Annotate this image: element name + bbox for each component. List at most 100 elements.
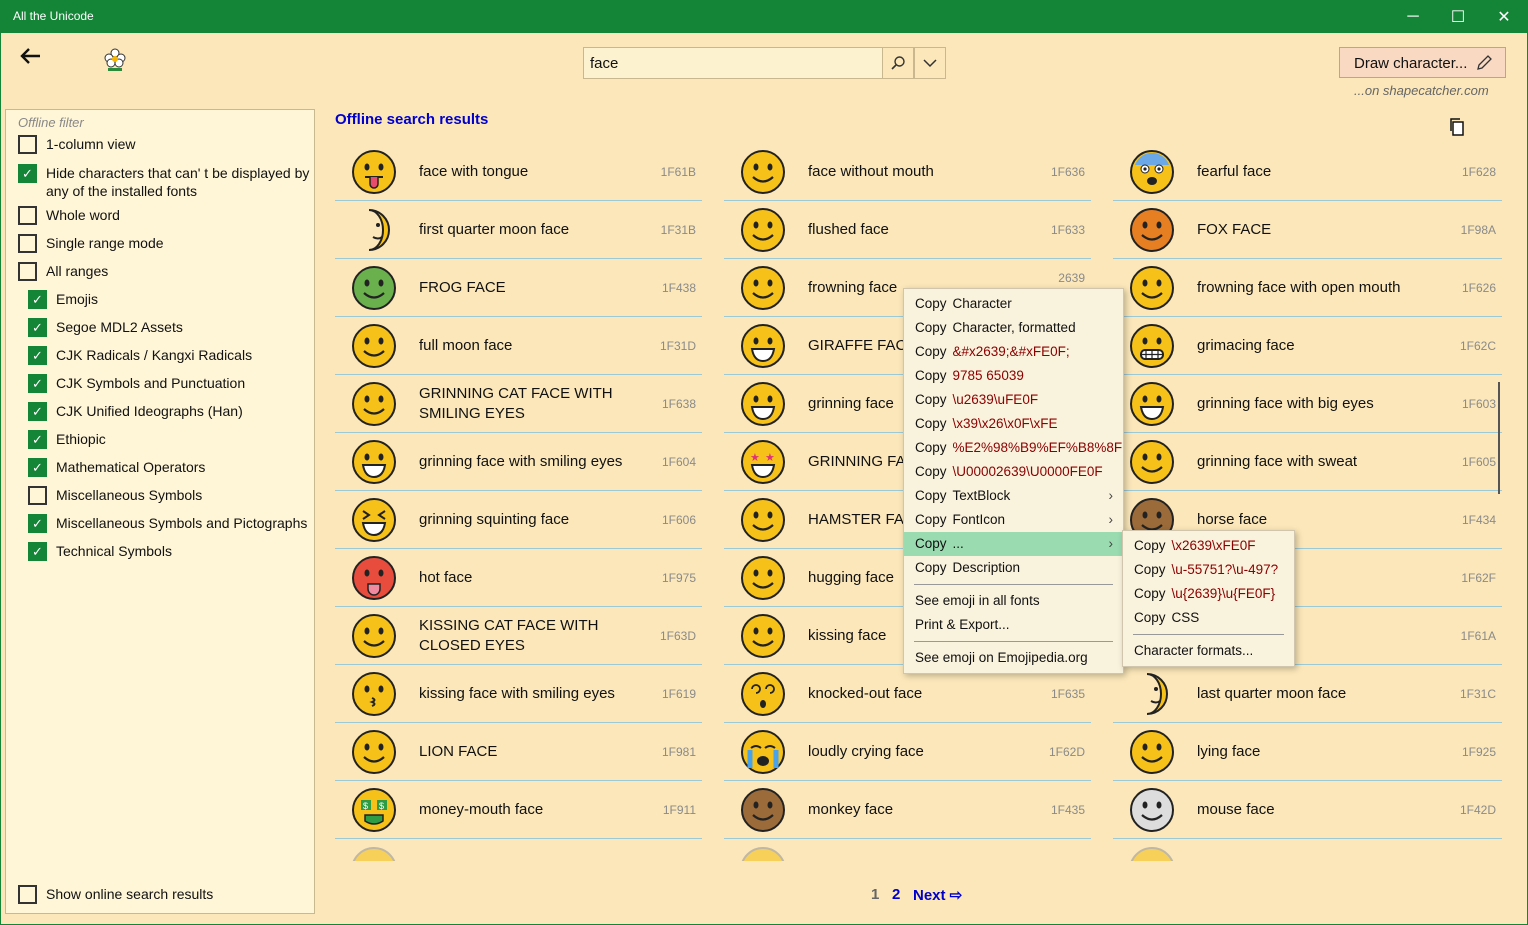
checkbox-icon[interactable] bbox=[18, 885, 37, 904]
result-cell[interactable]: hot face 1F975 bbox=[335, 549, 702, 607]
result-cell[interactable]: $ $ money-mouth face 1F911 bbox=[335, 781, 702, 839]
result-cell[interactable]: grimacing face 1F62C bbox=[1113, 317, 1502, 375]
back-arrow-icon[interactable] bbox=[18, 44, 42, 75]
result-cell[interactable]: GRINNING CAT FACE WITH SMILING EYES 1F638 bbox=[335, 375, 702, 433]
menu-item[interactable]: Copy %E2%98%B9%EF%B8%8F bbox=[904, 436, 1123, 460]
range-option-3[interactable]: ✓ CJK Symbols and Punctuation bbox=[28, 374, 311, 393]
char-name: first quarter moon face bbox=[419, 220, 570, 238]
checkbox-checked-icon[interactable]: ✓ bbox=[28, 346, 47, 365]
menu-item[interactable]: See emoji on Emojipedia.org bbox=[904, 646, 1123, 670]
menu-item[interactable]: Copy CSS bbox=[1123, 606, 1294, 630]
range-option-8[interactable]: ✓ Miscellaneous Symbols and Pictographs bbox=[28, 514, 311, 533]
result-cell[interactable]: flushed face 1F633 bbox=[724, 201, 1091, 259]
result-cell[interactable]: grinning face with smiling eyes 1F604 bbox=[335, 433, 702, 491]
range-option-9[interactable]: ✓ Technical Symbols bbox=[28, 542, 311, 561]
char-name: GRINNING CAT FACE WITH SMILING EYES bbox=[419, 384, 613, 422]
menu-item[interactable]: Copy Character bbox=[904, 292, 1123, 316]
next-page-link[interactable]: Next ⇨ bbox=[913, 886, 962, 904]
checkbox-label: Miscellaneous Symbols and Pictographs bbox=[56, 515, 308, 531]
range-option-7[interactable]: Miscellaneous Symbols bbox=[28, 486, 311, 505]
checkbox-icon[interactable] bbox=[18, 135, 37, 154]
result-cell[interactable]: FROG FACE 1F438 bbox=[335, 259, 702, 317]
range-option-1[interactable]: ✓ Segoe MDL2 Assets bbox=[28, 318, 311, 337]
result-cell[interactable]: grinning face with sweat 1F605 bbox=[1113, 433, 1502, 491]
checkbox-checked-icon[interactable]: ✓ bbox=[28, 514, 47, 533]
copy-icon[interactable] bbox=[1448, 118, 1466, 136]
page-1[interactable]: 1 bbox=[871, 886, 879, 903]
checkbox-icon[interactable] bbox=[18, 262, 37, 281]
menu-item[interactable]: Copy \x39\x26\x0F\xFE bbox=[904, 412, 1123, 436]
minimize-icon[interactable]: ─ bbox=[1390, 0, 1436, 33]
char-code: 2639 bbox=[1058, 271, 1085, 285]
filter-option-0[interactable]: 1-column view bbox=[18, 135, 311, 154]
menu-item[interactable]: Copy TextBlock › bbox=[904, 484, 1123, 508]
menu-item[interactable]: See emoji in all fonts bbox=[904, 589, 1123, 613]
chevron-down-icon[interactable] bbox=[914, 47, 946, 79]
close-icon[interactable]: ✕ bbox=[1481, 0, 1527, 33]
menu-item[interactable]: Copy \u2639\uFE0F bbox=[904, 388, 1123, 412]
menu-item[interactable]: Copy Character, formatted bbox=[904, 316, 1123, 340]
result-cell[interactable]: FOX FACE 1F98A bbox=[1113, 201, 1502, 259]
result-cell[interactable]: grinning squinting face 1F606 bbox=[335, 491, 702, 549]
menu-item[interactable]: Copy &#x2639;&#xFE0F; bbox=[904, 340, 1123, 364]
range-option-6[interactable]: ✓ Mathematical Operators bbox=[28, 458, 311, 477]
draw-character-button[interactable]: Draw character... bbox=[1339, 47, 1506, 78]
menu-item[interactable]: Copy FontIcon › bbox=[904, 508, 1123, 532]
show-online-results[interactable]: Show online search results bbox=[18, 885, 311, 904]
menu-item[interactable]: Print & Export... bbox=[904, 613, 1123, 637]
range-option-4[interactable]: ✓ CJK Unified Ideographs (Han) bbox=[28, 402, 311, 421]
search-input[interactable]: face bbox=[583, 47, 883, 79]
shapecatcher-link[interactable]: ...on shapecatcher.com bbox=[1354, 83, 1489, 98]
menu-item-value: \u2639\uFE0F bbox=[952, 392, 1039, 407]
checkbox-icon[interactable] bbox=[18, 206, 37, 225]
filter-option-4[interactable]: All ranges bbox=[18, 262, 311, 281]
checkbox-checked-icon[interactable]: ✓ bbox=[28, 318, 47, 337]
result-cell[interactable]: face without mouth 1F636 bbox=[724, 143, 1091, 201]
result-cell[interactable]: grinning face with big eyes 1F603 bbox=[1113, 375, 1502, 433]
menu-item[interactable]: Copy 9785 65039 bbox=[904, 364, 1123, 388]
result-cell[interactable]: kissing face with smiling eyes 1F619 bbox=[335, 665, 702, 723]
range-option-2[interactable]: ✓ CJK Radicals / Kangxi Radicals bbox=[28, 346, 311, 365]
menu-item[interactable]: Copy... › bbox=[904, 532, 1123, 556]
menu-item[interactable]: Copy \u{2639}\u{FE0F} bbox=[1123, 582, 1294, 606]
flower-icon[interactable] bbox=[103, 48, 127, 72]
search-icon[interactable] bbox=[882, 47, 914, 79]
result-cell[interactable]: LION FACE 1F981 bbox=[335, 723, 702, 781]
checkbox-checked-icon[interactable]: ✓ bbox=[28, 402, 47, 421]
checkbox-checked-icon[interactable]: ✓ bbox=[28, 374, 47, 393]
checkbox-checked-icon[interactable]: ✓ bbox=[28, 542, 47, 561]
result-cell[interactable]: frowning face with open mouth 1F626 bbox=[1113, 259, 1502, 317]
range-option-5[interactable]: ✓ Ethiopic bbox=[28, 430, 311, 449]
result-cell[interactable]: KISSING CAT FACE WITH CLOSED EYES 1F63D bbox=[335, 607, 702, 665]
result-cell[interactable]: loudly crying face 1F62D bbox=[724, 723, 1091, 781]
maximize-icon[interactable]: ☐ bbox=[1435, 0, 1481, 33]
checkbox-checked-icon[interactable]: ✓ bbox=[28, 458, 47, 477]
checkbox-checked-icon[interactable]: ✓ bbox=[18, 164, 37, 183]
result-cell[interactable]: mouse face 1F42D bbox=[1113, 781, 1502, 839]
menu-item-value: \u{2639}\u{FE0F} bbox=[1171, 586, 1276, 601]
menu-item[interactable]: Copy Description bbox=[904, 556, 1123, 580]
char-code: 1F911 bbox=[662, 803, 696, 817]
result-cell[interactable]: face with tongue 1F61B bbox=[335, 143, 702, 201]
checkbox-icon[interactable] bbox=[18, 234, 37, 253]
menu-item[interactable]: Character formats... bbox=[1123, 639, 1294, 663]
result-cell[interactable]: monkey face 1F435 bbox=[724, 781, 1091, 839]
result-cell[interactable]: full moon face 1F31D bbox=[335, 317, 702, 375]
window-title: All the Unicode bbox=[13, 9, 94, 23]
filter-option-3[interactable]: Single range mode bbox=[18, 234, 311, 253]
checkbox-checked-icon[interactable]: ✓ bbox=[28, 430, 47, 449]
page-2[interactable]: 2 bbox=[892, 886, 900, 903]
filter-option-1[interactable]: ✓ Hide characters that can' t be displaye… bbox=[18, 164, 311, 200]
menu-item[interactable]: Copy \u-55751?\u-497? bbox=[1123, 558, 1294, 582]
result-cell[interactable]: last quarter moon face 1F31C bbox=[1113, 665, 1502, 723]
range-option-0[interactable]: ✓ Emojis bbox=[28, 290, 311, 309]
filter-option-2[interactable]: Whole word bbox=[18, 206, 311, 225]
result-cell[interactable]: first quarter moon face 1F31B bbox=[335, 201, 702, 259]
menu-item[interactable]: Copy \U00002639\U0000FE0F bbox=[904, 460, 1123, 484]
result-cell[interactable]: lying face 1F925 bbox=[1113, 723, 1502, 781]
result-cell[interactable]: fearful face 1F628 bbox=[1113, 143, 1502, 201]
menu-item[interactable]: Copy \x2639\xFE0F bbox=[1123, 534, 1294, 558]
checkbox-icon[interactable] bbox=[28, 486, 47, 505]
checkbox-checked-icon[interactable]: ✓ bbox=[28, 290, 47, 309]
scrollbar-thumb[interactable] bbox=[1498, 382, 1500, 494]
